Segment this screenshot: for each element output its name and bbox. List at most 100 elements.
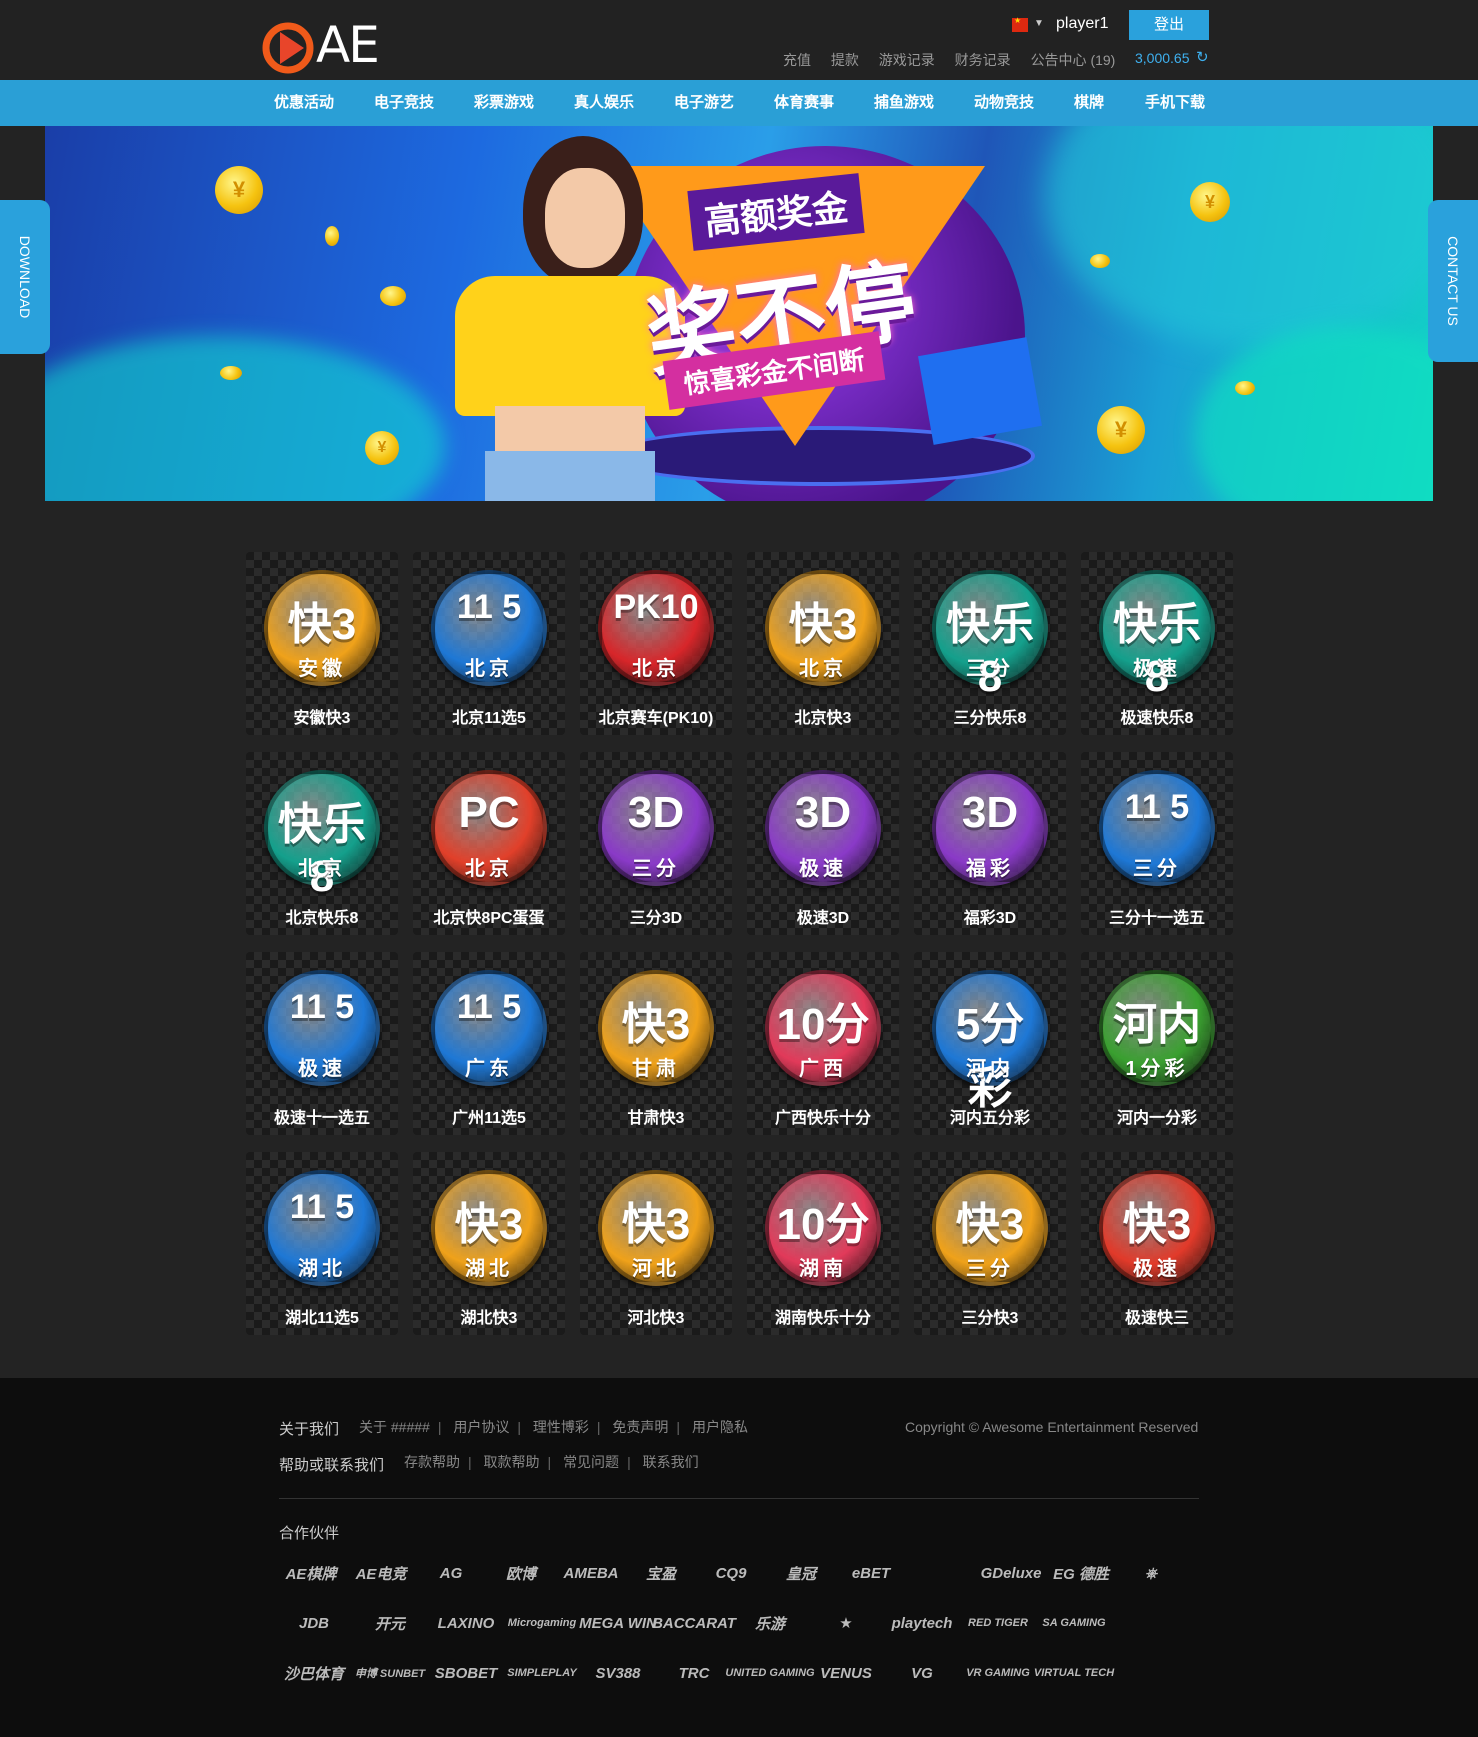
game-badge-icon: PK10 北京: [598, 570, 714, 686]
partner-logo[interactable]: 宝盈: [629, 1556, 693, 1590]
chevron-down-icon[interactable]: ▼: [1034, 18, 1044, 29]
game-tile[interactable]: 快3 三分 三分快3: [914, 1152, 1066, 1335]
partner-logo[interactable]: 皇冠: [769, 1556, 833, 1590]
nav-live-casino[interactable]: 真人娱乐: [574, 80, 634, 126]
game-badge-region: 福彩: [966, 858, 1014, 880]
finance-records-link[interactable]: 财务记录: [955, 52, 1011, 68]
game-tile[interactable]: 快3 河北 河北快3: [580, 1152, 732, 1335]
game-badge-icon: 河内 1分彩: [1099, 970, 1215, 1086]
partner-logo[interactable]: SV388: [583, 1656, 653, 1690]
partner-logo[interactable]: CQ9: [699, 1556, 763, 1590]
partner-logo[interactable]: eBET: [839, 1556, 903, 1590]
partner-logo[interactable]: [909, 1556, 973, 1590]
partner-logo[interactable]: VG: [887, 1656, 957, 1690]
game-name: 湖北11选5: [285, 1310, 359, 1327]
game-tile[interactable]: 3D 福彩 福彩3D: [914, 752, 1066, 935]
partner-logo[interactable]: 乐游: [735, 1606, 805, 1640]
china-flag-icon[interactable]: [1012, 16, 1028, 32]
partner-logo[interactable]: MEGA WIN: [579, 1606, 657, 1640]
partner-logo[interactable]: VR GAMING: [963, 1656, 1033, 1690]
nav-card-games[interactable]: 棋牌: [1074, 80, 1104, 126]
footer-link-privacy[interactable]: 用户隐私: [692, 1419, 748, 1435]
partner-logo[interactable]: RED TIGER: [963, 1606, 1033, 1640]
game-tile[interactable]: 3D 极速 极速3D: [747, 752, 899, 935]
partner-logo[interactable]: VENUS: [811, 1656, 881, 1690]
partner-logo[interactable]: 沙巴体育: [279, 1656, 349, 1690]
logout-button[interactable]: 登出: [1129, 10, 1209, 40]
partner-logo[interactable]: UNITED GAMING: [725, 1656, 814, 1690]
game-tile[interactable]: 11 5 极速 极速十一选五: [246, 952, 398, 1135]
footer-link-terms[interactable]: 用户协议: [453, 1419, 509, 1435]
footer-link-about[interactable]: 关于 #####: [359, 1419, 430, 1435]
footer-link-contact[interactable]: 联系我们: [643, 1454, 699, 1470]
nav-mobile-download[interactable]: 手机下载: [1145, 80, 1205, 126]
game-tile[interactable]: 3D 三分 三分3D: [580, 752, 732, 935]
partner-logo[interactable]: AE棋牌: [279, 1556, 343, 1590]
game-tile[interactable]: 快3 湖北 湖北快3: [413, 1152, 565, 1335]
game-tile[interactable]: 快乐8 三分 三分快乐8: [914, 552, 1066, 735]
partner-logo[interactable]: Microgaming: [507, 1606, 577, 1640]
partner-logo[interactable]: 欧博: [489, 1556, 553, 1590]
contact-us-tab[interactable]: CONTACT US: [1428, 200, 1478, 362]
game-tile[interactable]: 11 5 北京 北京11选5: [413, 552, 565, 735]
partner-logo[interactable]: 开元: [355, 1606, 425, 1640]
game-badge-region: 湖北: [298, 1258, 346, 1280]
partner-logo[interactable]: SIMPLEPLAY: [507, 1656, 577, 1690]
game-badge-title: 快乐8: [1113, 600, 1201, 701]
game-tile[interactable]: 11 5 三分 三分十一选五: [1081, 752, 1233, 935]
partner-logo[interactable]: VIRTUAL TECH: [1034, 1656, 1114, 1690]
partner-logo[interactable]: playtech: [887, 1606, 957, 1640]
footer-link-responsible[interactable]: 理性博彩: [533, 1419, 589, 1435]
partner-logo[interactable]: ★: [811, 1606, 881, 1640]
game-tile[interactable]: 河内 1分彩 河内一分彩: [1081, 952, 1233, 1135]
partner-logo[interactable]: TRC: [659, 1656, 729, 1690]
game-tile[interactable]: 10分 广西 广西快乐十分: [747, 952, 899, 1135]
nav-esports[interactable]: 电子竞技: [374, 80, 434, 126]
model-jeans: [485, 451, 655, 501]
main-nav: 优惠活动 电子竞技 彩票游戏 真人娱乐 电子游艺 体育赛事 捕鱼游戏 动物竞技 …: [0, 80, 1478, 126]
footer-link-faq[interactable]: 常见问题: [563, 1454, 619, 1470]
partner-logo[interactable]: AMEBA: [559, 1556, 623, 1590]
partner-logo[interactable]: ⎈: [1119, 1556, 1183, 1590]
nav-fishing[interactable]: 捕鱼游戏: [874, 80, 934, 126]
withdraw-link[interactable]: 提款: [831, 52, 859, 68]
footer-link-disclaimer[interactable]: 免责声明: [612, 1419, 668, 1435]
game-tile[interactable]: PK10 北京 北京赛车(PK10): [580, 552, 732, 735]
game-tile[interactable]: 5分彩 河内 河内五分彩: [914, 952, 1066, 1135]
game-tile[interactable]: 快乐8 北京 北京快乐8: [246, 752, 398, 935]
promo-banner[interactable]: 高额奖金 奖不停 惊喜彩金不间断 ¥ ¥ ¥ ¥: [45, 126, 1433, 501]
announcements-link[interactable]: 公告中心 (19): [1031, 52, 1116, 68]
partner-logo[interactable]: JDB: [279, 1606, 349, 1640]
nav-promotions[interactable]: 优惠活动: [274, 80, 334, 126]
partner-logo[interactable]: SA GAMING: [1039, 1606, 1109, 1640]
game-tile[interactable]: 快3 北京 北京快3: [747, 552, 899, 735]
game-tile[interactable]: PC 北京 北京快8PC蛋蛋: [413, 752, 565, 935]
game-badge-icon: 3D 极速: [765, 770, 881, 886]
nav-sports[interactable]: 体育赛事: [774, 80, 834, 126]
game-name: 极速快三: [1124, 1310, 1189, 1327]
game-tile[interactable]: 快3 极速 极速快三: [1081, 1152, 1233, 1335]
partner-logo[interactable]: SBOBET: [431, 1656, 501, 1690]
game-tile[interactable]: 11 5 广东 广州11选5: [413, 952, 565, 1135]
partner-logo[interactable]: AG: [419, 1556, 483, 1590]
refresh-icon[interactable]: ↻: [1196, 48, 1209, 66]
game-tile[interactable]: 快3 甘肃 甘肃快3: [580, 952, 732, 1135]
partner-logo[interactable]: BACCARAT: [652, 1606, 736, 1640]
game-records-link[interactable]: 游戏记录: [879, 52, 935, 68]
game-tile[interactable]: 快乐8 极速 极速快乐8: [1081, 552, 1233, 735]
partner-logo[interactable]: AE电竞: [349, 1556, 413, 1590]
footer-link-deposit-help[interactable]: 存款帮助: [404, 1454, 460, 1470]
nav-animal-racing[interactable]: 动物竞技: [974, 80, 1034, 126]
partner-logo[interactable]: EG 德胜: [1049, 1556, 1113, 1590]
partner-logo[interactable]: GDeluxe: [979, 1556, 1043, 1590]
nav-lottery[interactable]: 彩票游戏: [474, 80, 534, 126]
partner-logo[interactable]: 申博 SUNBET: [355, 1656, 425, 1690]
game-tile[interactable]: 11 5 湖北 湖北11选5: [246, 1152, 398, 1335]
deposit-link[interactable]: 充值: [783, 52, 811, 68]
download-tab[interactable]: DOWNLOAD: [0, 200, 50, 354]
game-tile[interactable]: 快3 安徽 安徽快3: [246, 552, 398, 735]
partner-logo[interactable]: LAXINO: [431, 1606, 501, 1640]
footer-link-withdraw-help[interactable]: 取款帮助: [484, 1454, 540, 1470]
game-tile[interactable]: 10分 湖南 湖南快乐十分: [747, 1152, 899, 1335]
nav-slots[interactable]: 电子游艺: [674, 80, 734, 126]
